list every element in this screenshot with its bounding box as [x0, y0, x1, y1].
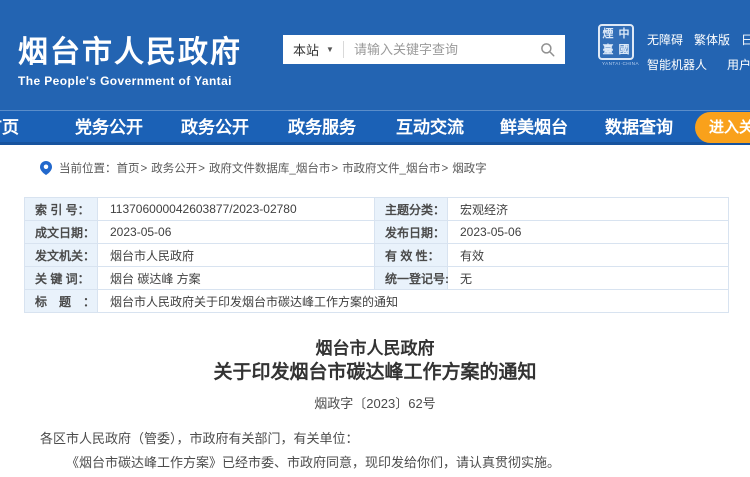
- meta-table-row: 成文日期：2023-05-06发布日期：2023-05-06: [25, 221, 729, 244]
- care-mode-button[interactable]: 进入关怀版: [695, 112, 750, 143]
- search-scope-dropdown[interactable]: 本站 ▼: [283, 41, 344, 58]
- meta-label: 有 效 性：: [375, 244, 448, 267]
- document-body: 各区市人民政府（管委），市政府有关部门，有关单位： 《烟台市碳达峰工作方案》已经…: [40, 427, 720, 475]
- breadcrumb-separator: >: [331, 163, 338, 175]
- meta-table-row: 关 键 词：烟台 碳达峰 方案统一登记号:无: [25, 267, 729, 290]
- meta-value: 113706000042603877/2023-02780: [98, 198, 375, 221]
- quick-links-row2: 智能机器人 用户中心: [647, 56, 750, 73]
- quick-link-繁体版[interactable]: 繁体版: [694, 31, 730, 48]
- document-title-line2: 关于印发烟台市碳达峰工作方案的通知: [0, 360, 750, 386]
- meta-label: 发文机关：: [25, 244, 98, 267]
- quick-link-智能机器人[interactable]: 智能机器人: [647, 56, 707, 73]
- breadcrumb-item-烟政字[interactable]: 烟政字: [452, 163, 487, 175]
- meta-table: 索 引 号：113706000042603877/2023-02780主题分类：…: [24, 197, 729, 313]
- nav-item-首页[interactable]: 首页: [0, 110, 19, 145]
- seal-icon: 煙中臺國: [598, 24, 634, 60]
- meta-table-row: 索 引 号：113706000042603877/2023-02780主题分类：…: [25, 198, 729, 221]
- meta-value: 无: [448, 267, 729, 290]
- quick-links-row1: 无障碍繁体版 日本语版: [647, 31, 750, 48]
- nav-item-党务公开[interactable]: 党务公开: [75, 110, 143, 145]
- seal-character: 中: [616, 26, 632, 42]
- search-icon: [540, 42, 555, 57]
- breadcrumb-item-政府文件数据库_烟台市[interactable]: 政府文件数据库_烟台市: [209, 163, 330, 175]
- search-input[interactable]: [344, 35, 536, 64]
- document-paragraph-main: 《烟台市碳达峰工作方案》已经市委、市政府同意，现印发给你们，请认真贯彻实施。: [40, 451, 720, 475]
- nav-item-鲜美烟台[interactable]: 鲜美烟台: [500, 110, 568, 145]
- breadcrumb-separator: >: [441, 163, 448, 175]
- seal-character: 臺: [600, 42, 616, 58]
- search-button[interactable]: [536, 42, 565, 57]
- document-paragraph-salutation: 各区市人民政府（管委），市政府有关部门，有关单位：: [40, 427, 720, 451]
- location-pin-icon: [40, 161, 52, 175]
- nav-item-政务公开[interactable]: 政务公开: [181, 110, 249, 145]
- meta-table-title-row: 标 题 ：烟台市人民政府关于印发烟台市碳达峰工作方案的通知: [25, 290, 729, 313]
- site-header: 烟台市人民政府 The People's Government of Yanta…: [0, 0, 750, 110]
- main-nav: 进入关怀版 首页 党务公开 政务公开 政务服务 互动交流 鲜美烟台 数据查询: [0, 110, 750, 145]
- search-scope-label: 本站: [293, 40, 319, 59]
- meta-value: 宏观经济: [448, 198, 729, 221]
- document-header: 烟台市人民政府 关于印发烟台市碳达峰工作方案的通知 烟政字〔2023〕62号: [0, 338, 750, 412]
- yantai-china-seal-logo[interactable]: 煙中臺國 YANTAI·CHINA: [598, 24, 634, 68]
- chevron-down-icon: ▼: [326, 46, 334, 54]
- meta-label: 发布日期：: [375, 221, 448, 244]
- meta-value: 烟台市人民政府: [98, 244, 375, 267]
- meta-value: 烟台 碳达峰 方案: [98, 267, 375, 290]
- meta-label: 标 题 ：: [25, 290, 98, 313]
- document-number: 烟政字〔2023〕62号: [0, 393, 750, 412]
- search-bar: 本站 ▼: [283, 35, 565, 64]
- page-root: 烟台市人民政府 The People's Government of Yanta…: [0, 0, 750, 477]
- breadcrumb-label: 当前位置：: [59, 160, 117, 176]
- quick-link-用户中心[interactable]: 用户中心: [727, 56, 750, 73]
- quick-link-日本语版[interactable]: 日本语版: [741, 31, 750, 48]
- seal-character: 煙: [600, 26, 616, 42]
- meta-label: 关 键 词：: [25, 267, 98, 290]
- breadcrumb-items: 首页>政务公开>政府文件数据库_烟台市>市政府文件_烟台市>烟政字: [117, 160, 487, 176]
- breadcrumb-item-政务公开[interactable]: 政务公开: [151, 163, 197, 175]
- meta-table-row: 发文机关：烟台市人民政府有 效 性：有效: [25, 244, 729, 267]
- meta-label: 统一登记号:: [375, 267, 448, 290]
- breadcrumb-item-首页[interactable]: 首页: [117, 163, 140, 175]
- breadcrumb-item-市政府文件_烟台市[interactable]: 市政府文件_烟台市: [342, 163, 440, 175]
- seal-character: 國: [616, 42, 632, 58]
- seal-caption: YANTAI·CHINA: [602, 62, 630, 67]
- meta-value: 烟台市人民政府关于印发烟台市碳达峰工作方案的通知: [98, 290, 729, 313]
- site-subtitle: The People's Government of Yantai: [18, 74, 242, 88]
- site-title: 烟台市人民政府: [18, 27, 242, 71]
- document-title-line1: 烟台市人民政府: [0, 338, 750, 360]
- meta-value: 2023-05-06: [98, 221, 375, 244]
- breadcrumb-separator: >: [141, 163, 148, 175]
- meta-value: 有效: [448, 244, 729, 267]
- nav-item-互动交流[interactable]: 互动交流: [396, 110, 464, 145]
- site-brand: 烟台市人民政府 The People's Government of Yanta…: [18, 27, 242, 88]
- meta-label: 索 引 号：: [25, 198, 98, 221]
- quick-links: 无障碍繁体版 日本语版 智能机器人 用户中心: [647, 31, 750, 73]
- meta-label: 成文日期：: [25, 221, 98, 244]
- breadcrumb: 当前位置： 首页>政务公开>政府文件数据库_烟台市>市政府文件_烟台市>烟政字: [40, 160, 487, 176]
- breadcrumb-separator: >: [198, 163, 205, 175]
- nav-item-政务服务[interactable]: 政务服务: [288, 110, 356, 145]
- meta-value: 2023-05-06: [448, 221, 729, 244]
- quick-link-无障碍[interactable]: 无障碍: [647, 31, 683, 48]
- meta-label: 主题分类：: [375, 198, 448, 221]
- nav-item-数据查询[interactable]: 数据查询: [605, 110, 673, 145]
